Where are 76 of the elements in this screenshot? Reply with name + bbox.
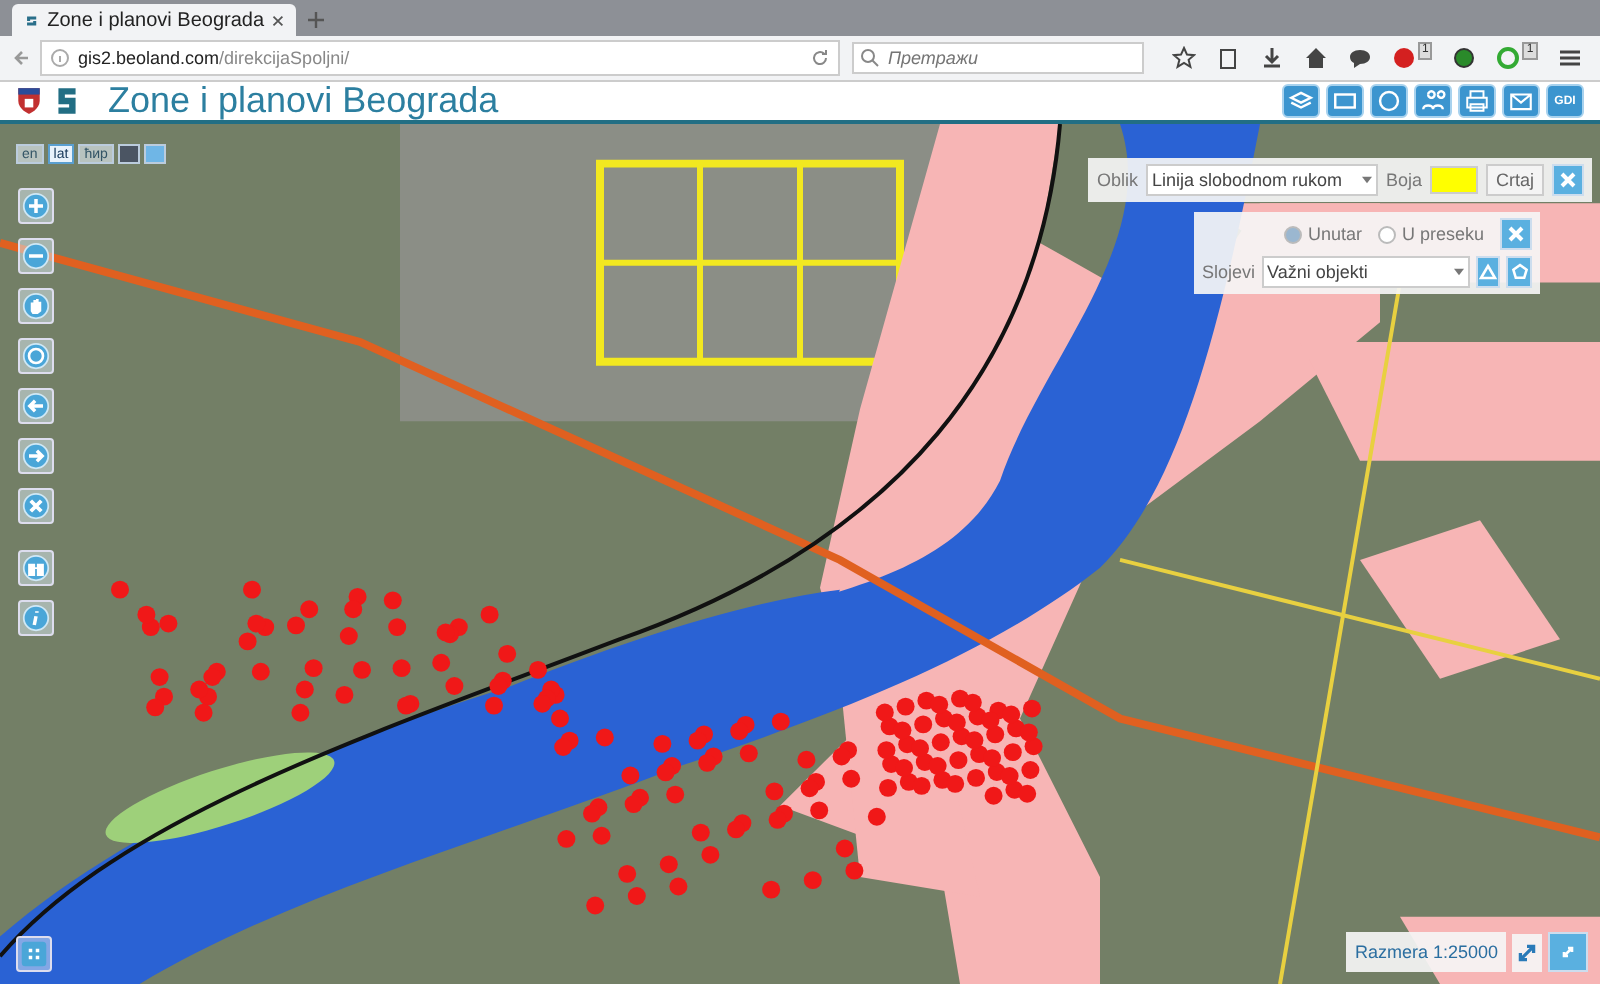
close-button[interactable]: [1552, 164, 1584, 196]
address-bar[interactable]: gis2.beoland.com/direkcijaSpoljni/: [40, 40, 840, 76]
mail-button[interactable]: [1502, 84, 1540, 118]
color-swatch[interactable]: [1429, 166, 1478, 194]
dot-icon[interactable]: [1452, 46, 1477, 70]
draw-button[interactable]: Crtaj: [1485, 164, 1544, 196]
app-title: Zone i planovi Beograda: [108, 80, 499, 122]
forward-button[interactable]: [18, 438, 54, 474]
map-button[interactable]: [1326, 84, 1364, 118]
theme-swatch[interactable]: [117, 144, 140, 164]
close-icon[interactable]: [272, 13, 284, 27]
shape-select[interactable]: Linija slobodnom rukom: [1145, 164, 1378, 196]
close-button[interactable]: [1500, 218, 1532, 250]
people-button[interactable]: [1414, 84, 1452, 118]
back-icon[interactable]: [12, 48, 32, 68]
binoculars-button[interactable]: [18, 550, 54, 586]
layers-icon: [1288, 88, 1314, 114]
globe-button[interactable]: [1370, 84, 1408, 118]
globe-button[interactable]: [18, 338, 54, 374]
triangle-icon: [1478, 262, 1499, 282]
ext-icon[interactable]: [1496, 46, 1521, 70]
clipboard-icon[interactable]: [1216, 46, 1240, 70]
mail-icon: [1508, 88, 1534, 114]
hand-button[interactable]: [18, 288, 54, 324]
pentagon-icon: [1509, 262, 1530, 282]
back-button[interactable]: [18, 388, 54, 424]
theme-swatch[interactable]: [143, 144, 166, 164]
back-icon: [22, 392, 50, 420]
radio-option[interactable]: Unutar: [1283, 224, 1362, 244]
scale-label: Razmera 1:25000: [1346, 932, 1506, 972]
binoculars-icon: [22, 554, 50, 582]
globe-icon: [1376, 88, 1402, 114]
people-icon: [1420, 88, 1446, 114]
browser-tab[interactable]: Zone i planovi Beograda: [12, 4, 296, 36]
layers-label: Slojevi: [1202, 262, 1256, 282]
globe-icon: [22, 342, 50, 370]
map-icon: [1332, 88, 1358, 114]
info-icon: [50, 48, 70, 68]
layers-select[interactable]: Važni objekti: [1261, 256, 1470, 288]
radio-option[interactable]: U preseku: [1377, 224, 1484, 244]
layers-button[interactable]: [1282, 84, 1320, 118]
color-label: Boja: [1385, 170, 1422, 190]
expand-icon: [1558, 942, 1578, 962]
caret-icon: [1453, 268, 1464, 276]
print-icon: [1464, 88, 1490, 114]
shape-label: Oblik: [1096, 170, 1138, 190]
home-icon[interactable]: [1304, 46, 1328, 70]
forward-icon: [22, 442, 50, 470]
new-tab-icon[interactable]: [308, 12, 324, 28]
chat-icon[interactable]: [1348, 46, 1372, 70]
hand-icon: [22, 292, 50, 320]
minus-icon: [22, 242, 50, 270]
zoom-in-button[interactable]: [18, 188, 54, 224]
plus-icon: [22, 192, 50, 220]
reload-icon[interactable]: [810, 48, 830, 68]
grid-button[interactable]: [16, 936, 52, 972]
fullscreen-button[interactable]: [1548, 932, 1588, 972]
download-icon[interactable]: [1260, 46, 1284, 70]
star-icon[interactable]: [1172, 46, 1196, 70]
clear-button[interactable]: [18, 488, 54, 524]
adblock-icon[interactable]: [1392, 46, 1416, 70]
logo-icon: [24, 11, 40, 29]
search-field[interactable]: Претражи: [852, 42, 1144, 74]
menu-icon[interactable]: [1557, 46, 1582, 70]
info-button[interactable]: [18, 600, 54, 636]
zoom-out-button[interactable]: [18, 238, 54, 274]
caret-icon: [1361, 176, 1372, 184]
close-icon: [1558, 170, 1578, 190]
expand-icon[interactable]: [1512, 933, 1542, 971]
info-icon: [22, 604, 50, 632]
clear-icon: [22, 492, 50, 520]
close-icon: [1506, 224, 1526, 244]
search-icon: [860, 48, 880, 68]
triangle-button[interactable]: [1475, 256, 1501, 288]
polygon-button[interactable]: [1506, 256, 1533, 288]
print-button[interactable]: [1458, 84, 1496, 118]
